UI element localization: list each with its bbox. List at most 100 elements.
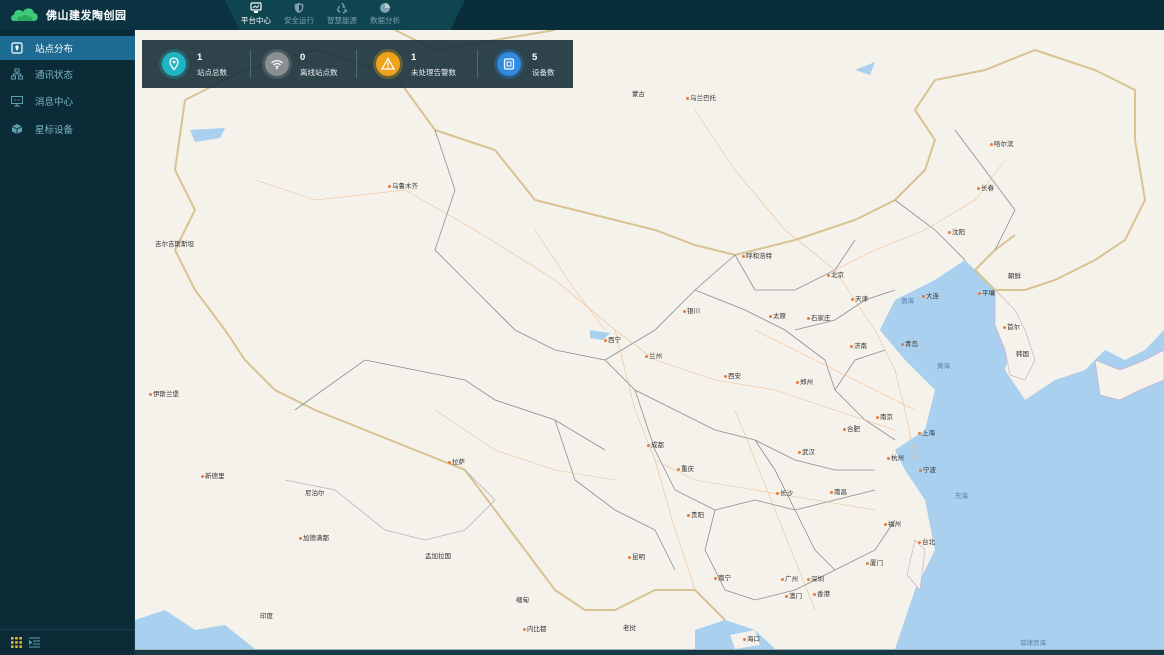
sidebar-item-message-center[interactable]: 消息中心 [0,89,135,113]
sidebar-item-label: 消息中心 [35,97,74,108]
city-label: 香港 [813,588,830,598]
country-label: 吉尔吉斯斯坦 [155,241,194,248]
city-label: 长春 [977,182,994,192]
city-label: 澳门 [785,590,802,600]
city-label: 台北 [918,536,935,546]
brand: 佛山建发陶创园 [0,0,240,30]
stat-unhandled-alarms[interactable]: 1 未处理告警数 [356,40,462,88]
city-label: 长沙 [776,487,793,497]
city-label: 上海 [918,427,935,437]
city-label: 合肥 [843,423,860,433]
city-label: 乌鲁木齐 [388,180,418,190]
city-label: 宁波 [919,464,936,474]
stat-devices[interactable]: 5 设备数 [477,40,583,88]
nav-label: 智慧能源 [327,16,357,25]
stat-value: 0 [300,52,306,63]
country-label: 韩国 [1016,351,1029,358]
stat-value: 1 [197,52,203,63]
stat-label: 未处理告警数 [411,68,456,77]
map-pin-icon [11,42,23,54]
city-label: 昆明 [628,551,645,561]
city-label: 石家庄 [807,312,831,322]
stat-value: 1 [411,52,417,63]
city-label: 厦门 [866,557,883,567]
map-footer-strip [135,649,1164,655]
city-label: 乌兰巴托 [686,92,716,102]
nav-label: 数据分析 [370,16,400,25]
nav-platform-center[interactable]: 平台中心 [234,2,278,28]
sidebar-item-label: 站点分布 [35,44,74,55]
app-title: 佛山建发陶创园 [46,10,127,22]
city-label: 成都 [647,439,664,449]
country-label: 印度 [260,613,273,620]
sidebar-item-label: 星标设备 [35,125,74,136]
city-label: 南京 [876,411,893,421]
recycle-icon [336,2,348,14]
city-label: 海口 [743,633,760,643]
nav-label: 平台中心 [241,16,271,25]
city-label: 银川 [683,305,700,315]
city-label: 新德里 [201,470,225,480]
shield-icon [294,3,304,13]
top-header: 佛山建发陶创园 平台中心 安全运行 智慧能源 数据分析 [0,0,1164,30]
city-label: 广州 [781,573,798,583]
sidebar-item-comm-status[interactable]: 通讯状态 [0,62,135,86]
city-label: 郑州 [796,376,813,386]
stat-label: 设备数 [532,68,555,77]
sidebar-item-label: 通讯状态 [35,70,74,81]
sea-label: 黄海 [937,363,950,370]
country-label: 孟加拉国 [425,553,451,560]
city-label: 兰州 [645,350,662,360]
city-label: 北京 [827,269,844,279]
city-label: 平壤 [978,287,995,297]
city-label: 哈尔滨 [990,138,1014,148]
menu-collapse-icon[interactable] [29,637,40,648]
city-label: 西宁 [604,334,621,344]
sidebar-item-site-distribution[interactable]: 站点分布 [0,36,135,60]
country-label: 尼泊尔 [305,490,325,497]
stat-label: 离线站点数 [300,68,338,77]
grid-icon[interactable] [11,637,22,648]
map-canvas [135,30,1164,649]
city-label: 伊斯兰堡 [149,388,179,398]
warning-icon [376,52,400,76]
city-label: 西安 [724,370,741,380]
city-label: 加德满都 [299,532,329,542]
city-label: 贵阳 [687,509,704,519]
country-label: 缅甸 [516,597,529,604]
sea-label: 渤海 [901,298,914,305]
monitor-icon [11,96,23,107]
stat-offline-sites[interactable]: 0 离线站点数 [245,40,351,88]
city-label: 大连 [922,290,939,300]
pie-chart-icon [380,3,390,13]
cube-icon [11,124,23,134]
city-label: 济南 [850,340,867,350]
city-label: 沈阳 [948,226,965,236]
city-label: 南昌 [830,486,847,496]
city-label: 青岛 [901,338,918,348]
network-icon [11,68,23,80]
stat-value: 5 [532,52,538,63]
device-icon [497,52,521,76]
city-label: 杭州 [887,452,904,462]
city-label: 重庆 [677,463,694,473]
stats-panel: 1 站点总数 0 离线站点数 1 未处理告警数 5 设备数 [142,40,573,88]
sidebar-item-starred-devices[interactable]: 星标设备 [0,117,135,141]
sidebar: 站点分布 通讯状态 消息中心 星标设备 [0,30,135,655]
country-label: 老挝 [623,625,636,632]
stat-total-sites[interactable]: 1 站点总数 [142,40,248,88]
nav-energy[interactable]: 智慧能源 [320,2,364,28]
city-label: 天津 [851,293,868,303]
map-view[interactable]: 乌鲁木齐 蒙古 乌兰巴托 哈尔滨 长春 沈阳 呼和浩特 北京 天津 石家庄 太原… [135,30,1164,649]
platform-icon [250,2,262,13]
country-label: 朝鲜 [1008,273,1021,280]
sea-label: 菲律宾海 [1020,640,1046,647]
cloud-logo-icon [11,8,38,21]
city-label: 深圳 [807,573,824,583]
city-label: 太原 [769,310,786,320]
city-label: 福州 [884,518,901,528]
nav-analysis[interactable]: 数据分析 [363,2,407,28]
nav-safety[interactable]: 安全运行 [277,2,321,28]
city-label: 呼和浩特 [742,250,772,260]
top-nav: 平台中心 安全运行 智慧能源 数据分析 [225,0,465,30]
